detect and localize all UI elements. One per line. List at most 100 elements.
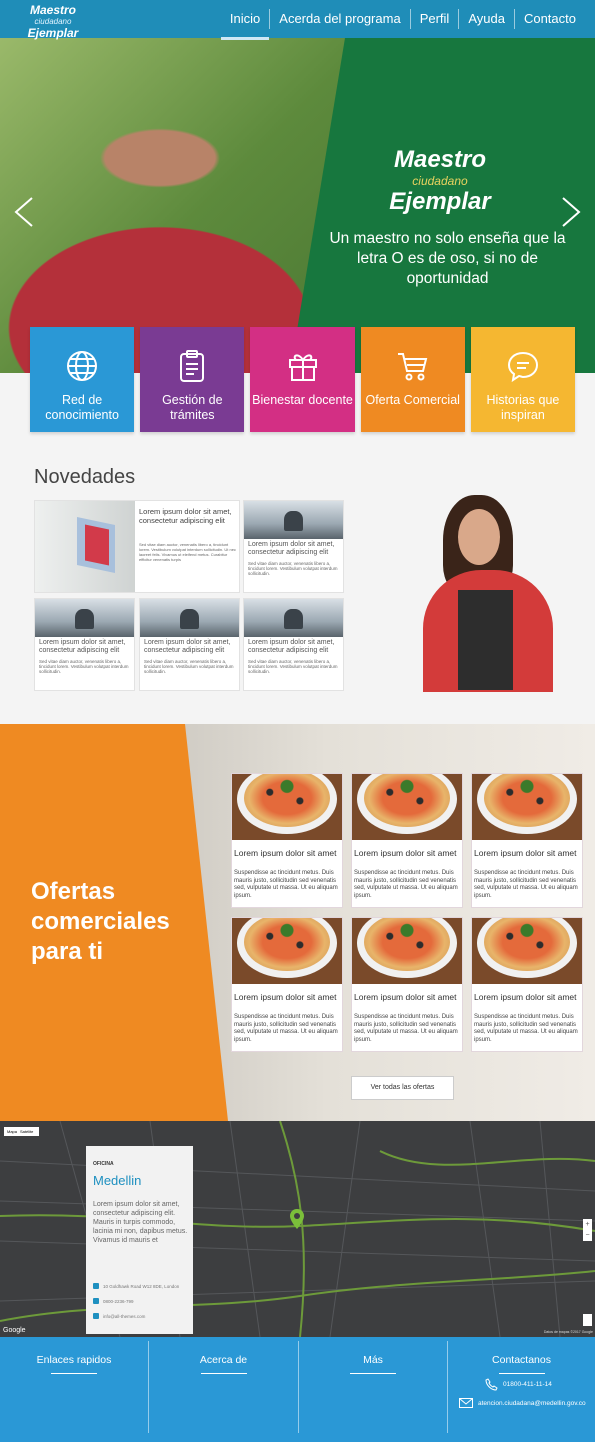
footer-underline [51, 1373, 97, 1374]
tile-red-de-conocimiento[interactable]: Red de conocimiento [30, 327, 135, 432]
nav-ayuda[interactable]: Ayuda [458, 9, 514, 29]
footer-underline [498, 1373, 545, 1374]
offer-title: Lorem ipsum dolor sit amet [234, 848, 337, 858]
footer-underline [350, 1373, 396, 1374]
footer: Enlaces rapidos Acerca de Más Contactano… [0, 1337, 595, 1442]
office-phone: 0800-2236-799 [93, 1298, 134, 1304]
offer-title: Lorem ipsum dolor sit amet [474, 992, 577, 1002]
map-tab[interactable]: Mapa [7, 1129, 17, 1134]
news-title: Lorem ipsum dolor sit amet, consectetur … [248, 541, 335, 556]
logo-line-3: Ejemplar [27, 26, 79, 40]
offer-image [232, 774, 342, 840]
satellite-tab[interactable]: Satélite [20, 1129, 33, 1134]
news-desc: Sed vitae diam auctor, venenatis libero … [139, 542, 236, 562]
location-pin-icon[interactable] [290, 1209, 304, 1229]
view-all-offers-button[interactable]: Ver todas las ofertas [351, 1076, 454, 1100]
tile-gestion-de-tramites[interactable]: Gestión de trámites [140, 327, 245, 432]
offer-card[interactable]: Lorem ipsum dolor sit amet Suspendisse a… [351, 773, 463, 908]
footer-underline [200, 1373, 247, 1374]
office-address: 10 Goldhawk Road W12 8DE, London [93, 1283, 179, 1289]
offer-card[interactable]: Lorem ipsum dolor sit amet Suspendisse a… [231, 773, 343, 908]
tile-label: Gestión de trámites [162, 393, 223, 422]
nav-inicio[interactable]: Inicio [220, 9, 270, 40]
footer-heading[interactable]: Acerca de [149, 1337, 298, 1366]
news-image [244, 599, 343, 637]
news-card-featured[interactable]: Lorem ipsum dolor sit amet, consectetur … [34, 500, 240, 593]
site-logo[interactable]: Maestro ciudadano Ejemplar [18, 3, 88, 40]
offer-card[interactable]: Lorem ipsum dolor sit amet Suspendisse a… [231, 917, 343, 1052]
news-card[interactable]: Lorem ipsum dolor sit amet, consectetur … [34, 598, 135, 691]
feature-tiles: Red de conocimiento Gestión de trámites … [30, 327, 576, 432]
office-city: Medellin [93, 1173, 142, 1188]
cart-icon [397, 353, 427, 381]
news-desc: Sed vitae diam auctor, venenatis libero … [144, 659, 234, 674]
news-card[interactable]: Lorem ipsum dolor sit amet, consectetur … [243, 500, 344, 593]
map-type-tabs: Mapa Satélite [4, 1127, 40, 1136]
footer-email[interactable]: atencion.ciudadana@medellin.gov.co [459, 1398, 586, 1408]
nav-perfil[interactable]: Perfil [409, 9, 459, 29]
hero-logo: Maestro ciudadano Ejemplar [360, 146, 520, 216]
logo-line-1: Maestro [29, 3, 76, 17]
tile-label: Red de conocimiento [45, 393, 119, 422]
home-icon [93, 1313, 99, 1319]
offer-title: Lorem ipsum dolor sit amet [354, 848, 457, 858]
footer-email-text: atencion.ciudadana@medellin.gov.co [478, 1399, 586, 1407]
hero-logo-line-3: Ejemplar [389, 188, 491, 215]
top-navbar: Maestro ciudadano Ejemplar Inicio Acerda… [0, 0, 595, 40]
tile-label: Historias que inspiran [486, 393, 560, 422]
zoom-out-icon[interactable]: − [583, 1230, 592, 1241]
hero-tagline: Un maestro no solo enseña que la letra O… [329, 230, 566, 287]
tile-bienestar-docente[interactable]: Bienestar docente [250, 327, 355, 432]
office-email-text: info@all-themes.com [103, 1313, 146, 1319]
news-desc: Sed vitae diam auctor, venenatis libero … [248, 659, 338, 674]
gift-icon [288, 354, 317, 381]
footer-col-mas[interactable]: Más [299, 1337, 447, 1437]
logo-line-2: ciudadano [34, 17, 72, 26]
envelope-icon [459, 1398, 473, 1408]
office-info-card: OFICINA Medellin Lorem ipsum dolor sit a… [86, 1146, 193, 1334]
office-email[interactable]: info@all-themes.com [93, 1313, 145, 1319]
tile-label: Bienestar docente [252, 393, 353, 407]
offer-desc: Suspendisse ac tincidunt metus. Duis mau… [234, 1014, 338, 1043]
offer-image [352, 918, 462, 984]
news-card[interactable]: Lorem ipsum dolor sit amet, consectetur … [243, 598, 344, 691]
news-card[interactable]: Lorem ipsum dolor sit amet, consectetur … [139, 598, 240, 691]
offer-card[interactable]: Lorem ipsum dolor sit amet Suspendisse a… [471, 917, 583, 1052]
offer-image [472, 774, 582, 840]
street-view-icon[interactable] [583, 1314, 592, 1326]
building-icon [93, 1283, 99, 1289]
footer-heading[interactable]: Enlaces rapidos [0, 1337, 148, 1366]
footer-col-acerca[interactable]: Acerca de [149, 1337, 298, 1437]
office-address-text: 10 Goldhawk Road W12 8DE, London [103, 1283, 180, 1289]
zoom-in-icon[interactable]: + [583, 1219, 592, 1230]
clipboard-icon [180, 350, 205, 382]
chevron-right-icon[interactable] [559, 194, 583, 230]
zoom-control[interactable]: + − [583, 1219, 592, 1241]
globe-icon [67, 351, 98, 381]
offer-image [352, 774, 462, 840]
hero-logo-line-1: Maestro [393, 146, 487, 173]
hero-logo-line-2: ciudadano [412, 174, 468, 188]
news-image [35, 599, 134, 637]
offer-image [472, 918, 582, 984]
tile-historias-que-inspiran[interactable]: Historias que inspiran [470, 327, 576, 432]
nav-contacto[interactable]: Contacto [513, 9, 585, 29]
office-map[interactable]: Mapa Satélite + − Google Datos de mapas ©2… [0, 1121, 595, 1337]
news-image [35, 501, 135, 592]
offer-title: Lorem ipsum dolor sit amet [474, 848, 577, 858]
offer-desc: Suspendisse ac tincidunt metus. Duis mau… [354, 870, 458, 899]
news-desc: Sed vitae diam auctor, venenatis libero … [248, 561, 338, 576]
footer-heading[interactable]: Más [299, 1337, 447, 1366]
tile-oferta-comercial[interactable]: Oferta Comercial [360, 327, 465, 432]
offer-card[interactable]: Lorem ipsum dolor sit amet Suspendisse a… [351, 917, 463, 1052]
chevron-left-icon[interactable] [12, 194, 36, 230]
offer-desc: Suspendisse ac tincidunt metus. Duis mau… [474, 870, 578, 899]
tile-label: Oferta Comercial [365, 393, 460, 407]
nav-acerca[interactable]: Acerda del programa [269, 9, 409, 29]
offer-title: Lorem ipsum dolor sit amet [354, 992, 457, 1002]
footer-heading[interactable]: Contactanos [448, 1337, 595, 1366]
offers-section: Ofertas comerciales para ti Lorem ipsum … [0, 724, 595, 1121]
offer-card[interactable]: Lorem ipsum dolor sit amet Suspendisse a… [471, 773, 583, 908]
footer-phone[interactable]: 01800-411-11-14 [485, 1378, 552, 1391]
footer-col-enlaces[interactable]: Enlaces rapidos [0, 1337, 148, 1437]
